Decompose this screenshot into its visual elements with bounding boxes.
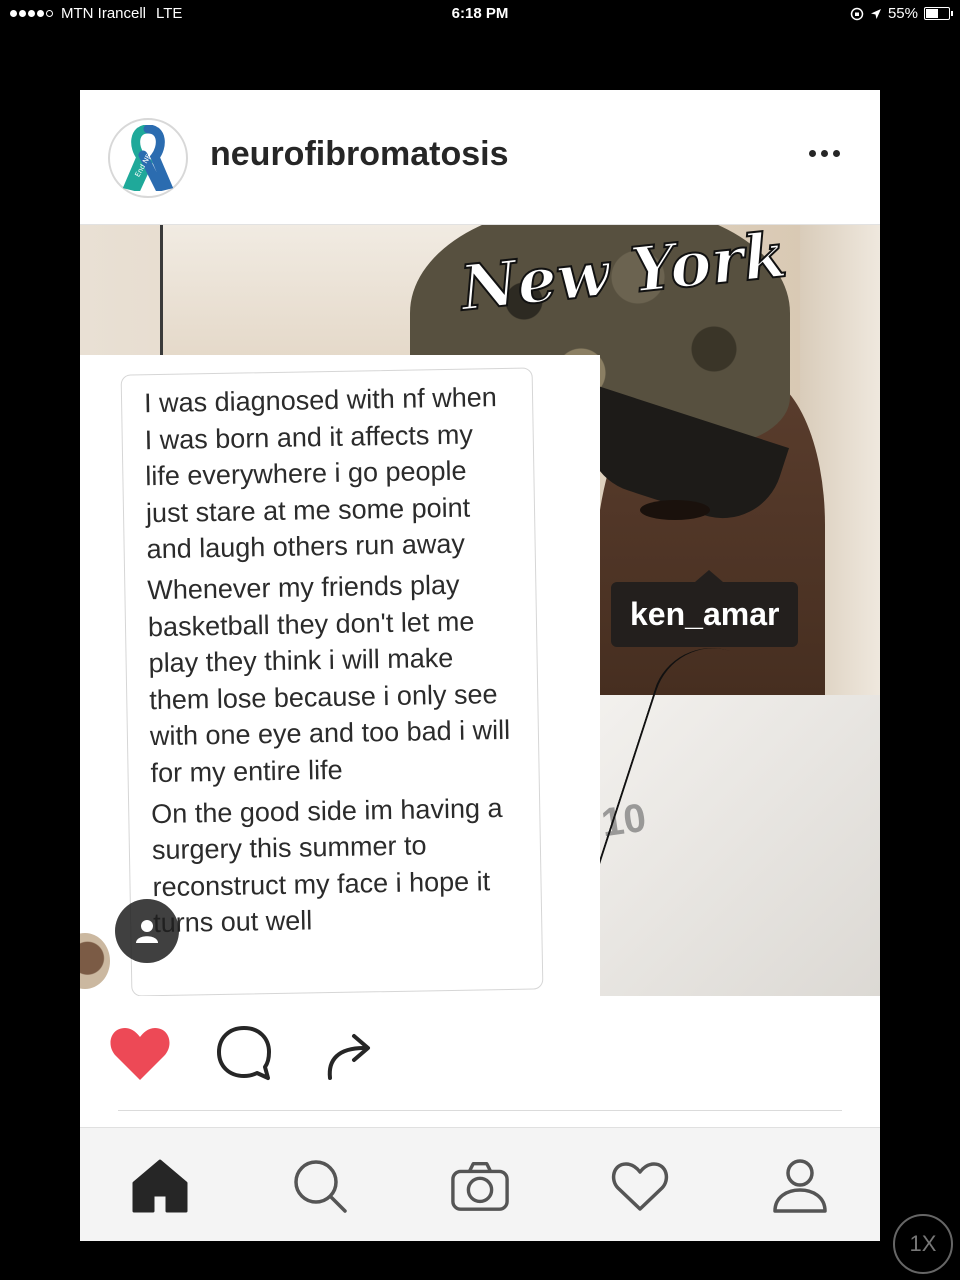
more-options-icon[interactable] <box>805 142 844 165</box>
battery-percent: 55% <box>887 5 918 22</box>
text-note: I was diagnosed with nf when I was born … <box>120 367 544 996</box>
share-icon[interactable] <box>320 1024 380 1087</box>
bottom-nav <box>80 1127 880 1241</box>
zoom-1x-button[interactable]: 1X <box>893 1214 953 1274</box>
heart-filled-icon[interactable] <box>108 1024 172 1087</box>
post-image[interactable]: New York 10 I was diagnosed with nf when… <box>80 225 880 996</box>
post-actions <box>80 996 880 1112</box>
home-icon[interactable] <box>130 1156 190 1216</box>
user-tag-label[interactable]: ken_amar <box>611 570 799 647</box>
note-paragraph: On the good side im having a surgery thi… <box>151 792 503 939</box>
instagram-post: End NF neurofibromatosis New York 10 I w… <box>80 90 880 1241</box>
clock: 6:18 PM <box>451 5 509 22</box>
heart-outline-icon[interactable] <box>610 1156 670 1216</box>
photo-eye <box>640 500 710 520</box>
user-tag-icon[interactable] <box>115 899 179 963</box>
comment-icon[interactable] <box>214 1024 274 1087</box>
status-bar: MTN Irancell LTE 6:18 PM 55% <box>0 0 960 28</box>
note-paragraph: Whenever my friends play basketball they… <box>147 569 511 789</box>
battery-icon <box>924 7 953 20</box>
location-arrow-icon <box>870 8 881 19</box>
awareness-ribbon-icon: End NF <box>123 125 173 191</box>
actions-divider <box>118 1110 842 1111</box>
account-username[interactable]: neurofibromatosis <box>210 135 508 174</box>
post-header: End NF neurofibromatosis <box>80 90 880 225</box>
camera-icon[interactable] <box>450 1156 510 1216</box>
search-icon[interactable] <box>290 1156 350 1216</box>
orientation-lock-icon <box>850 7 864 20</box>
note-paragraph: I was diagnosed with nf when I was born … <box>143 382 498 565</box>
profile-icon[interactable] <box>770 1156 830 1216</box>
account-avatar[interactable]: End NF <box>108 118 188 198</box>
